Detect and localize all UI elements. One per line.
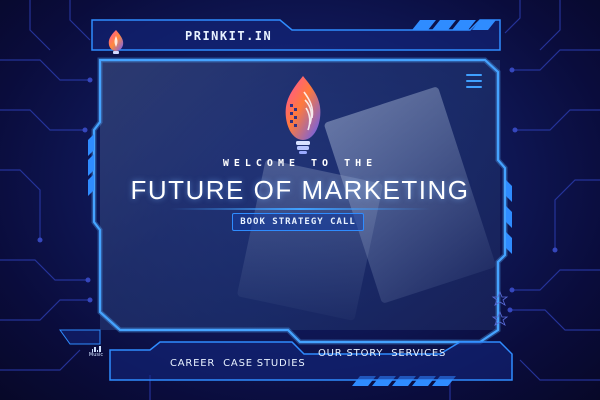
nav-item-our-story[interactable]: OUR STORY: [318, 348, 383, 359]
brand-name[interactable]: PRINKIT.IN: [185, 29, 272, 43]
welcome-text: WELCOME TO THE: [222, 158, 378, 169]
nav-left: CAREER CASE STUDIES: [170, 358, 306, 369]
nav-item-services[interactable]: SERVICES: [391, 348, 446, 359]
brand-logo-icon[interactable]: [104, 28, 128, 56]
nav-item-career[interactable]: CAREER: [170, 358, 215, 369]
page: PRINKIT.IN WELCOME TO THE FUTURE OF MARK: [0, 0, 600, 400]
music-toggle[interactable]: Music: [86, 346, 106, 358]
hero-logo-icon: [285, 76, 321, 154]
hamburger-menu-icon[interactable]: [466, 74, 482, 88]
headline-divider: [170, 208, 430, 210]
book-strategy-call-button[interactable]: BOOK STRATEGY CALL: [232, 213, 364, 231]
music-label: Music: [88, 352, 104, 358]
nav-right: OUR STORY SERVICES: [318, 348, 446, 359]
nav-item-case-studies[interactable]: CASE STUDIES: [223, 358, 305, 369]
hero-headline: FUTURE OF MARKETING: [130, 175, 470, 205]
